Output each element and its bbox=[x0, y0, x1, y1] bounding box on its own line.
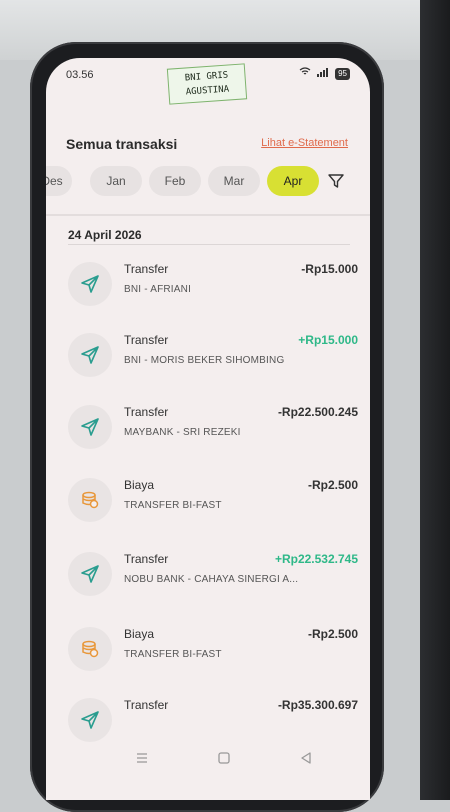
transaction-title: Biaya bbox=[124, 478, 155, 492]
month-tab-feb[interactable]: Feb bbox=[149, 166, 201, 196]
phone-screen: 03.56 95 BNI GRIS AGUSTINA Semua transak… bbox=[46, 58, 370, 800]
date-divider bbox=[68, 244, 350, 245]
section-divider bbox=[46, 214, 370, 216]
transaction-row[interactable]: Transfer BNI - AFRIANI -Rp15.000 bbox=[68, 262, 358, 314]
transaction-amount: -Rp2.500 bbox=[307, 627, 358, 641]
send-icon bbox=[81, 711, 99, 729]
transaction-title: Biaya bbox=[124, 627, 155, 641]
send-icon bbox=[81, 565, 99, 583]
transaction-row[interactable]: Transfer MAYBANK - SRI REZEKI -Rp22.500.… bbox=[68, 405, 358, 457]
transaction-title: Transfer bbox=[124, 552, 169, 566]
month-tab-apr[interactable]: Apr bbox=[267, 166, 319, 196]
battery-icon: 95 bbox=[335, 67, 350, 80]
transaction-subtitle: MAYBANK - SRI REZEKI bbox=[124, 427, 241, 438]
transaction-amount: -Rp15.000 bbox=[301, 262, 358, 276]
filter-icon[interactable] bbox=[326, 171, 346, 191]
transaction-row[interactable]: Biaya TRANSFER BI-FAST -Rp2.500 bbox=[68, 478, 358, 530]
status-time: 03.56 bbox=[66, 69, 94, 81]
home-nav-icon[interactable] bbox=[214, 748, 234, 768]
transaction-title: Transfer bbox=[124, 333, 169, 347]
transaction-amount: +Rp22.532.745 bbox=[274, 552, 358, 566]
transaction-icon-wrap bbox=[68, 698, 112, 742]
transaction-icon-wrap bbox=[68, 405, 112, 449]
transaction-row[interactable]: Transfer NOBU BANK - CAHAYA SINERGI A...… bbox=[68, 552, 358, 604]
system-nav-bar bbox=[46, 738, 370, 778]
transaction-icon-wrap bbox=[68, 627, 112, 671]
transaction-subtitle: BNI - MORIS BEKER SIHOMBING bbox=[124, 355, 285, 366]
month-tab-jan[interactable]: Jan bbox=[90, 166, 142, 196]
transaction-icon-wrap bbox=[68, 262, 112, 306]
page-header: Semua transaksi Lihat e-Statement bbox=[66, 134, 348, 156]
month-filter: Des Jan Feb Mar Apr bbox=[46, 166, 370, 198]
handwritten-sticker: BNI GRIS AGUSTINA bbox=[166, 63, 248, 105]
transaction-subtitle: NOBU BANK - CAHAYA SINERGI A... bbox=[124, 574, 299, 585]
transaction-title: Transfer bbox=[124, 405, 169, 419]
transaction-icon-wrap bbox=[68, 333, 112, 377]
fee-icon bbox=[82, 491, 99, 509]
month-tab-des[interactable]: Des bbox=[46, 166, 72, 196]
transaction-row[interactable]: Biaya TRANSFER BI-FAST -Rp2.500 bbox=[68, 627, 358, 679]
status-icons: 95 bbox=[299, 67, 350, 80]
signal-icon bbox=[317, 67, 329, 80]
send-icon bbox=[81, 275, 99, 293]
transaction-icon-wrap bbox=[68, 552, 112, 596]
date-group-header: 24 April 2026 bbox=[68, 228, 142, 242]
transaction-amount: +Rp15.000 bbox=[298, 333, 358, 347]
wifi-icon bbox=[299, 67, 311, 80]
transaction-title: Transfer bbox=[124, 698, 169, 712]
desk-edge bbox=[420, 0, 450, 800]
e-statement-link[interactable]: Lihat e-Statement bbox=[261, 137, 348, 149]
transaction-amount: -Rp35.300.697 bbox=[277, 698, 358, 712]
transaction-icon-wrap bbox=[68, 478, 112, 522]
transaction-row[interactable]: Transfer BNI - MORIS BEKER SIHOMBING +Rp… bbox=[68, 333, 358, 385]
back-nav-icon[interactable] bbox=[296, 748, 316, 768]
menu-nav-icon[interactable] bbox=[132, 748, 152, 768]
fee-icon bbox=[82, 640, 99, 658]
send-icon bbox=[81, 346, 99, 364]
transaction-subtitle: TRANSFER BI-FAST bbox=[124, 500, 222, 511]
transaction-subtitle: BNI - AFRIANI bbox=[124, 284, 192, 295]
send-icon bbox=[81, 418, 99, 436]
page-title: Semua transaksi bbox=[66, 136, 178, 152]
transaction-title: Transfer bbox=[124, 262, 169, 276]
month-tab-mar[interactable]: Mar bbox=[208, 166, 260, 196]
transaction-amount: -Rp22.500.245 bbox=[277, 405, 358, 419]
transaction-amount: -Rp2.500 bbox=[307, 478, 358, 492]
transaction-subtitle: TRANSFER BI-FAST bbox=[124, 649, 222, 660]
